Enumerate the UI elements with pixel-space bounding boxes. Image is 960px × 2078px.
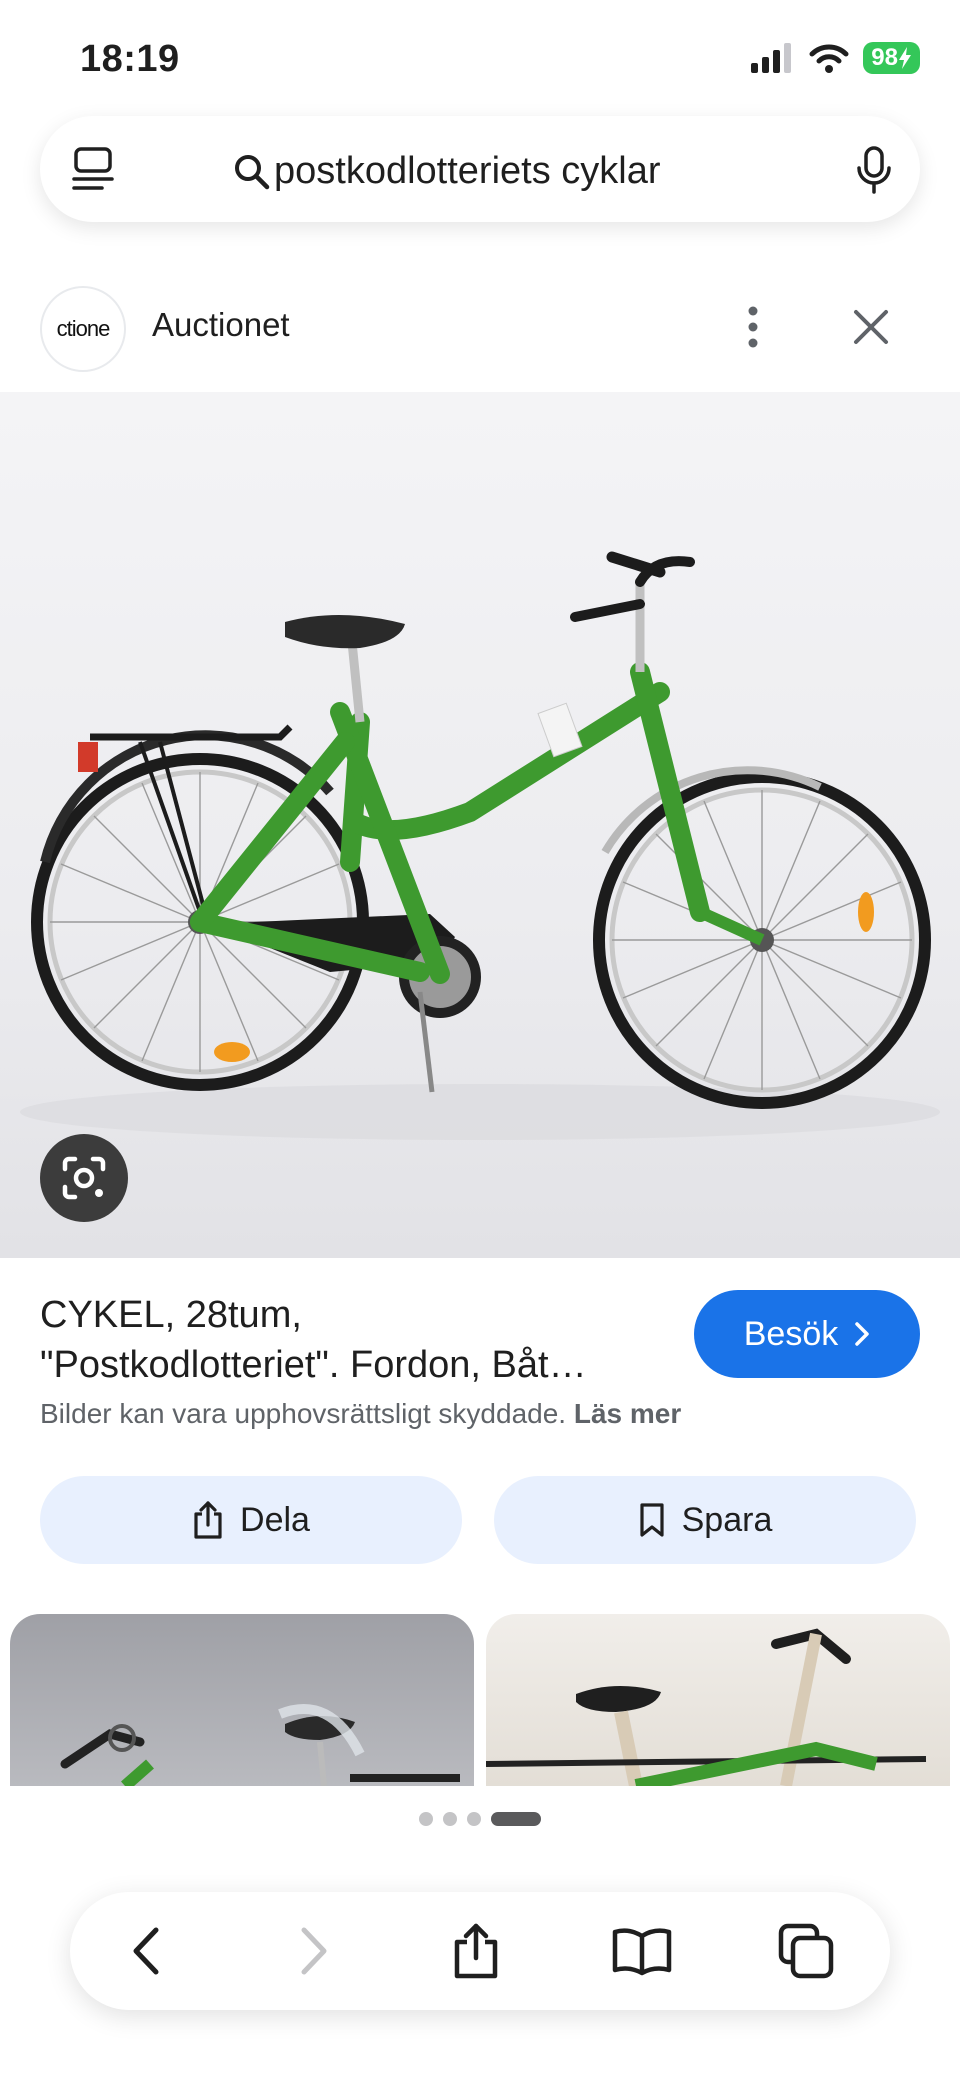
result-title[interactable]: CYKEL, 28tum, "Postkodlotteriet". Fordon… bbox=[40, 1290, 670, 1390]
tabs-icon bbox=[778, 1923, 834, 1979]
charging-bolt-icon bbox=[899, 47, 911, 69]
google-lens-button[interactable] bbox=[40, 1134, 128, 1222]
result-image[interactable] bbox=[0, 392, 960, 1258]
save-label: Spara bbox=[681, 1500, 773, 1539]
status-icons: 98 bbox=[751, 42, 920, 74]
bookmarks-button[interactable] bbox=[606, 1915, 678, 1987]
copyright-text: Bilder kan vara upphovsrättsligt skyddad… bbox=[40, 1398, 567, 1429]
close-icon[interactable] bbox=[852, 308, 890, 351]
thumbnail-photo bbox=[486, 1628, 927, 1786]
bookmark-icon bbox=[640, 1503, 664, 1537]
wifi-icon bbox=[809, 44, 849, 73]
visit-button[interactable]: Besök bbox=[694, 1290, 920, 1378]
forward-icon bbox=[301, 1927, 327, 1975]
read-more-link[interactable]: Läs mer bbox=[574, 1398, 681, 1429]
share-page-button[interactable] bbox=[440, 1915, 512, 1987]
result-title-line1: CYKEL, 28tum, bbox=[40, 1294, 302, 1336]
share-label: Dela bbox=[240, 1500, 310, 1539]
bicycle-photo bbox=[20, 551, 940, 1140]
source-name[interactable]: Auctionet bbox=[152, 306, 290, 344]
share-icon bbox=[454, 1923, 498, 1979]
page-dot-active bbox=[491, 1812, 541, 1826]
book-icon bbox=[612, 1928, 672, 1976]
cellular-signal-icon bbox=[751, 43, 792, 73]
chevron-right-icon bbox=[855, 1322, 869, 1346]
battery-indicator: 98 bbox=[863, 42, 920, 74]
microphone-icon[interactable] bbox=[856, 146, 892, 199]
page-dot bbox=[467, 1812, 481, 1826]
tabs-button[interactable] bbox=[770, 1915, 842, 1987]
lens-icon bbox=[62, 1156, 106, 1200]
back-icon bbox=[133, 1927, 159, 1975]
thumbnail-photo bbox=[60, 1704, 460, 1786]
more-options-icon[interactable] bbox=[736, 306, 770, 355]
page-dot bbox=[443, 1812, 457, 1826]
search-icon bbox=[234, 154, 270, 195]
related-thumbnail[interactable] bbox=[10, 1614, 474, 1786]
save-button[interactable]: Spara bbox=[494, 1476, 916, 1564]
source-logo-text: ctione bbox=[56, 316, 111, 341]
result-title-line2: "Postkodlotteriet". Fordon, Båt… bbox=[40, 1344, 587, 1386]
back-button[interactable] bbox=[110, 1915, 182, 1987]
visit-label: Besök bbox=[743, 1314, 839, 1353]
status-time: 18:19 bbox=[80, 38, 180, 80]
related-thumbnail[interactable] bbox=[486, 1614, 950, 1786]
copyright-notice: Bilder kan vara upphovsrättsligt skyddad… bbox=[40, 1398, 681, 1430]
search-query[interactable]: postkodlotteriets cyklar bbox=[274, 150, 661, 193]
forward-button[interactable] bbox=[278, 1915, 350, 1987]
page-dot bbox=[419, 1812, 433, 1826]
share-icon bbox=[194, 1501, 222, 1539]
source-avatar[interactable]: ctione bbox=[40, 286, 126, 372]
battery-level: 98 bbox=[871, 44, 898, 71]
page-indicator bbox=[0, 1812, 960, 1826]
tabs-menu-icon[interactable] bbox=[72, 146, 116, 197]
share-button[interactable]: Dela bbox=[40, 1476, 462, 1564]
